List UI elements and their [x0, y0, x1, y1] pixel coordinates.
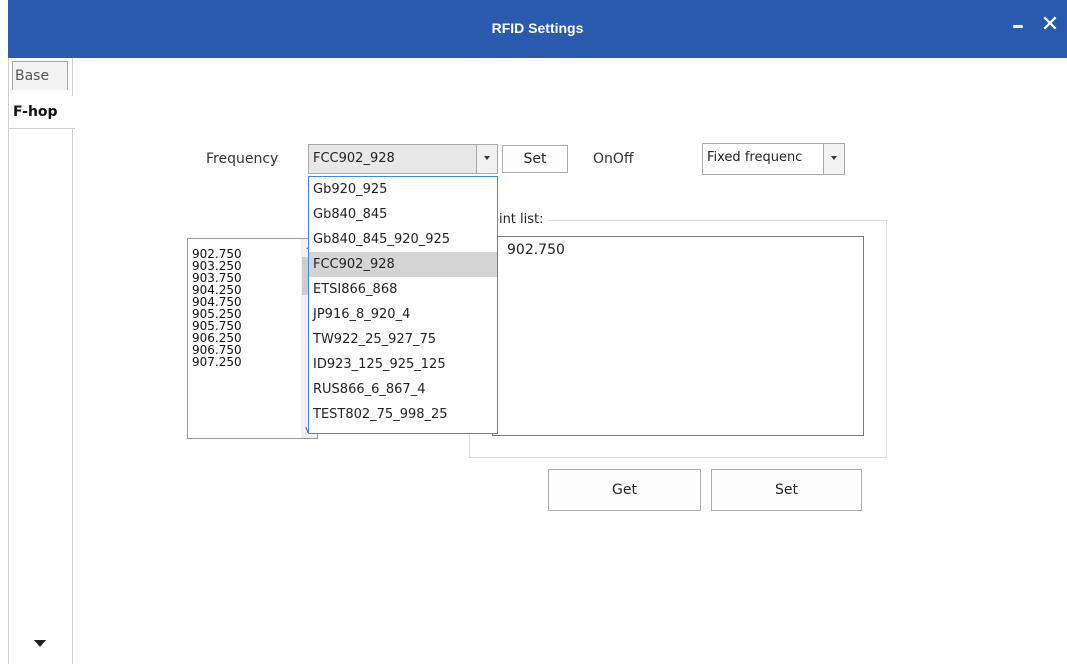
dropdown-item[interactable]: Gb840_845_920_925	[309, 227, 497, 252]
dropdown-item[interactable]: RUS866_6_867_4	[309, 377, 497, 402]
frequency-set-button[interactable]: Set	[502, 145, 568, 173]
frequency-dropdown[interactable]: Gb920_925 Gb840_845 Gb840_845_920_925 FC…	[308, 176, 498, 434]
dropdown-item[interactable]: TEST802_75_998_25	[309, 402, 497, 427]
dropdown-item[interactable]: TW922_25_927_75	[309, 327, 497, 352]
point-list-value: 902.750	[507, 242, 565, 258]
tab-base[interactable]: Base	[12, 61, 68, 90]
dropdown-item[interactable]: ID923_125_925_125	[309, 352, 497, 377]
point-list-textbox[interactable]: 902.750	[492, 236, 864, 436]
chevron-down-icon[interactable]	[476, 145, 497, 173]
dropdown-item[interactable]: JP916_8_920_4	[309, 302, 497, 327]
chevron-down-icon[interactable]	[823, 144, 844, 174]
tab-f-hop[interactable]: F-hop	[9, 96, 75, 129]
dropdown-item[interactable]: ETSI866_868	[309, 277, 497, 302]
dropdown-item-selected[interactable]: FCC902_928	[309, 252, 497, 277]
get-button[interactable]: Get	[548, 469, 701, 511]
onoff-select[interactable]: Fixed frequenc	[702, 143, 845, 175]
dropdown-item[interactable]: Gb840_845	[309, 202, 497, 227]
dropdown-item[interactable]: Gb920_925	[309, 177, 497, 202]
scroll-down-icon[interactable]	[34, 640, 46, 647]
set-button[interactable]: Set	[711, 469, 862, 511]
onoff-select-value: Fixed frequenc	[707, 150, 803, 165]
sidebar	[8, 58, 73, 664]
window-title: RFID Settings	[491, 20, 584, 36]
close-icon[interactable]: ✕	[1039, 12, 1061, 38]
frequency-select-value: FCC902_928	[313, 151, 395, 166]
onoff-label: OnOff	[593, 151, 634, 167]
title-bar: RFID Settings – ✕	[8, 0, 1067, 58]
minimize-icon[interactable]: –	[1007, 12, 1029, 38]
frequency-list[interactable]: 902.750 903.250 903.750 904.250 904.750 …	[187, 238, 318, 439]
list-item[interactable]: 907.250	[188, 356, 317, 368]
frequency-label: Frequency	[206, 151, 279, 167]
frequency-select[interactable]: FCC902_928	[308, 144, 498, 174]
